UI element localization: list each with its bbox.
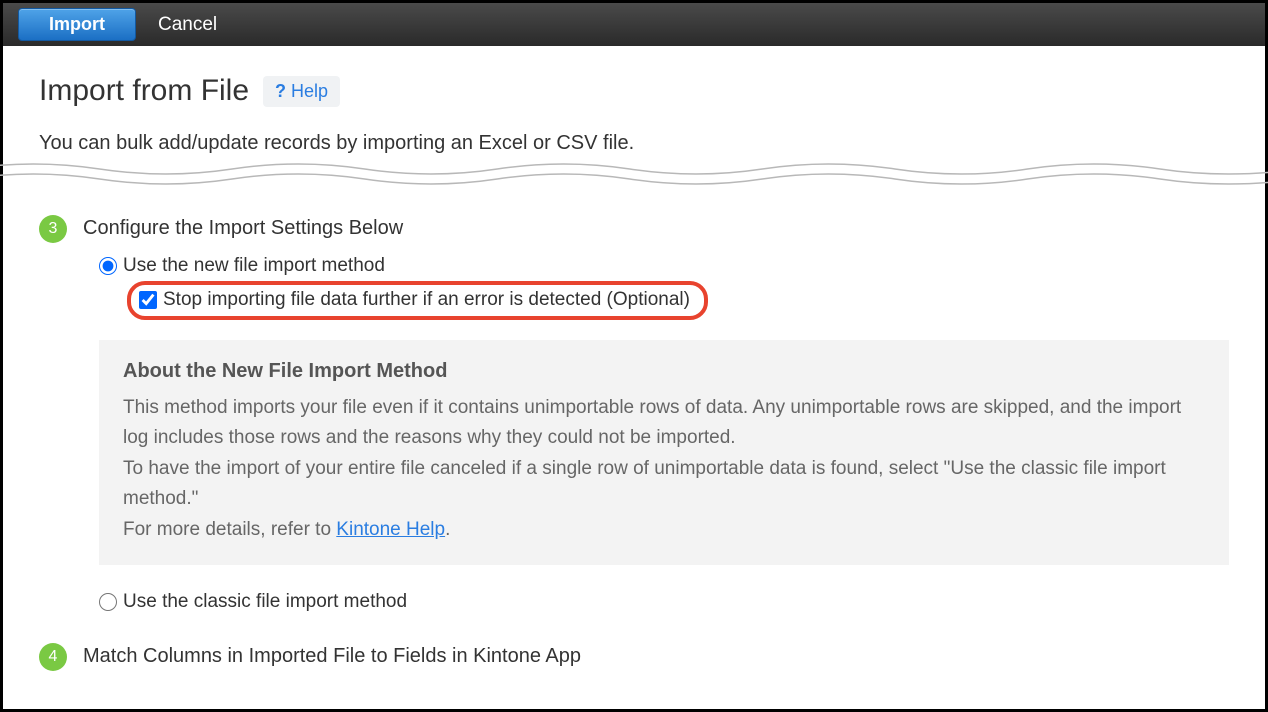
info-line3-prefix: For more details, refer to <box>123 519 336 540</box>
content-area: Import from File Help You can bulk add/u… <box>3 46 1265 155</box>
cancel-link[interactable]: Cancel <box>158 14 217 36</box>
step-3-title: Configure the Import Settings Below <box>83 215 403 240</box>
step-3: 3 Configure the Import Settings Below <box>39 215 1229 243</box>
step-3-body: Use the new file import method Stop impo… <box>99 255 1229 613</box>
info-box: About the New File Import Method This me… <box>99 340 1229 565</box>
title-row: Import from File Help <box>39 74 1229 108</box>
kintone-help-link[interactable]: Kintone Help <box>336 519 445 540</box>
step-4: 4 Match Columns in Imported File to Fiel… <box>39 643 1229 671</box>
checkbox-stop-on-error[interactable]: Stop importing file data further if an e… <box>135 287 694 313</box>
radio-classic-method[interactable]: Use the classic file import method <box>99 591 1229 613</box>
step-badge-3: 3 <box>39 215 67 243</box>
step-4-title: Match Columns in Imported File to Fields… <box>83 643 581 668</box>
radio-classic-method-input[interactable] <box>99 593 117 611</box>
info-line1: This method imports your file even if it… <box>123 397 1181 448</box>
info-line2: To have the import of your entire file c… <box>123 458 1166 509</box>
info-box-title: About the New File Import Method <box>123 360 1205 383</box>
page-subtitle: You can bulk add/update records by impor… <box>39 132 1229 155</box>
toolbar: Import Cancel <box>3 3 1265 46</box>
checkbox-stop-on-error-label: Stop importing file data further if an e… <box>163 289 690 311</box>
radio-new-method[interactable]: Use the new file import method <box>99 255 1229 277</box>
checkbox-stop-on-error-input[interactable] <box>139 291 157 309</box>
page-title: Import from File <box>39 74 249 108</box>
wave-divider <box>0 155 1268 191</box>
info-box-text: This method imports your file even if it… <box>123 393 1205 545</box>
step-badge-4: 4 <box>39 643 67 671</box>
import-button[interactable]: Import <box>18 8 136 41</box>
highlight-callout: Stop importing file data further if an e… <box>127 281 708 320</box>
radio-new-method-input[interactable] <box>99 257 117 275</box>
info-line3-suffix: . <box>445 519 450 540</box>
steps-area: 3 Configure the Import Settings Below Us… <box>3 215 1265 671</box>
help-link[interactable]: Help <box>263 76 340 107</box>
radio-classic-method-label: Use the classic file import method <box>123 591 407 613</box>
radio-new-method-label: Use the new file import method <box>123 255 385 277</box>
